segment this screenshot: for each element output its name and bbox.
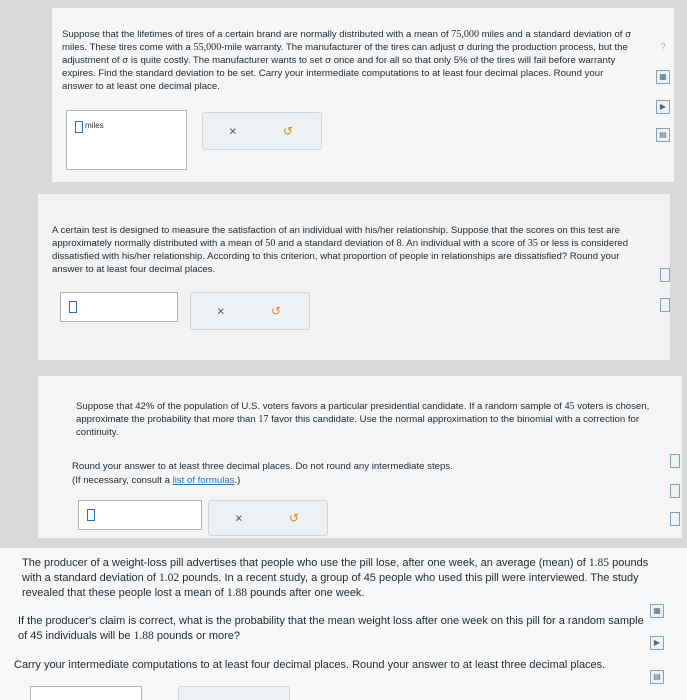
question-text: The producer of a weight-loss pill adver… [22,557,649,599]
question-card-tire-lifetimes: Suppose that the lifetimes of tires of a… [52,8,674,182]
question-card-relationship-test: A certain test is designed to measure th… [38,194,670,360]
video-icon[interactable]: ▶ [650,636,664,650]
clear-button[interactable]: × [229,124,237,139]
question-text: Suppose that 42% of the population of U.… [76,401,650,438]
question-text: Suppose that the lifetimes of tires of a… [62,29,632,92]
table-icon[interactable]: ▤ [650,670,664,684]
calculator-icon[interactable] [670,454,680,468]
claim-question: If the producer's claim is correct, what… [18,615,644,642]
undo-button[interactable]: ↺ [271,304,281,318]
formulas-link[interactable]: list of formulas [173,475,235,486]
answer-input[interactable] [60,292,178,322]
rounding-instructions: Round your answer to at least three deci… [72,461,453,472]
table-icon[interactable]: ▤ [656,128,670,142]
calculator-icon[interactable]: ▦ [650,604,664,618]
question-card-voters: Suppose that 42% of the population of U.… [38,376,682,538]
video-icon[interactable]: ▶ [656,100,670,114]
input-cursor [69,301,77,313]
formulas-note: (If necessary, consult a list of formula… [72,475,241,486]
undo-button[interactable]: ↺ [283,124,293,138]
side-tool-icon[interactable] [660,298,670,312]
answer-toolbar: × ↺ [208,500,328,536]
input-cursor [87,509,95,521]
unit-label: miles [85,121,104,130]
calculator-icon[interactable]: ▦ [656,70,670,84]
answer-input[interactable] [30,686,142,700]
answer-toolbar: × ↺ [190,292,310,330]
table-icon[interactable] [670,512,680,526]
clear-button[interactable]: × [217,304,225,319]
video-icon[interactable] [670,484,680,498]
answer-toolbar: × ↺ [202,112,322,150]
answer-toolbar [178,686,290,700]
clear-button[interactable]: × [235,511,243,526]
undo-button[interactable]: ↺ [289,511,299,525]
help-icon[interactable]: ? [657,42,669,54]
question-card-weight-loss: The producer of a weight-loss pill adver… [0,548,687,700]
answer-input[interactable]: miles [66,110,187,170]
side-tool-icon[interactable] [660,268,670,282]
carry-instructions: Carry your intermediate computations to … [14,659,606,671]
input-cursor [75,121,83,133]
answer-input[interactable] [78,500,202,530]
question-text: A certain test is designed to measure th… [52,225,629,275]
